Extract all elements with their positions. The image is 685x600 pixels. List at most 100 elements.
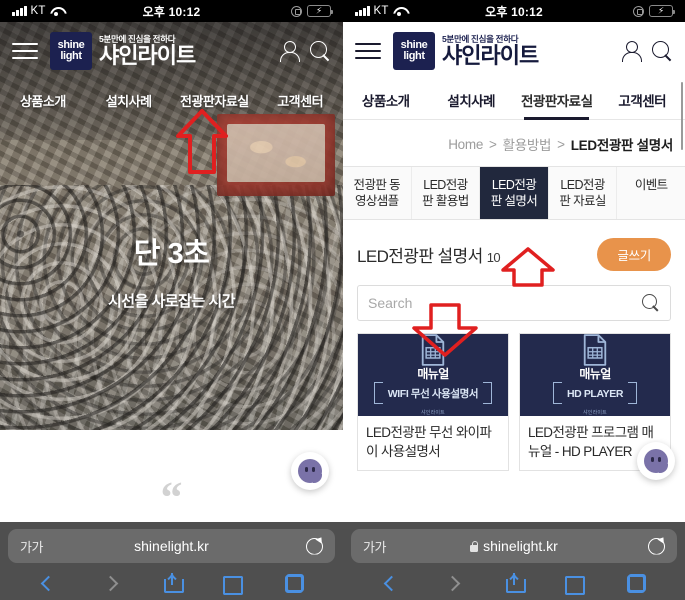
user-icon[interactable] [621,40,642,62]
thumb-subtitle: HD PLAYER [566,388,624,400]
status-left-group: KT [12,5,63,17]
nav-item-resources[interactable]: 전광판자료실 [172,91,258,110]
subtab-line1: LED전광 [560,178,605,192]
thumb-label: 매뉴얼 [417,367,449,381]
url-text: shinelight.kr [134,538,209,554]
breadcrumb-sep-2: > [557,136,565,152]
chevron-left-icon [383,575,400,591]
search-icon[interactable] [651,40,673,62]
subtab-event[interactable]: 이벤트 [617,167,685,219]
wifi-icon [50,6,63,17]
nav-item-products[interactable]: 상품소개 [343,90,429,110]
tabs-button[interactable] [606,573,667,593]
browser-toolbar-left [0,563,343,600]
hero-headline: 단 3초 [133,238,210,270]
address-bar-left[interactable]: 가가 shinelight.kr [8,529,335,563]
thumb-sub-frame: WIFI 무선 사용설명서 [373,382,493,404]
site-logo-right[interactable]: shine light 5분만에 진심을 전하다 샤인라이트 [393,32,539,70]
vertical-scrollbar[interactable] [680,82,683,150]
reload-icon[interactable] [306,538,323,555]
breadcrumb-home[interactable]: Home [448,137,483,152]
chevron-left-icon [40,575,57,591]
book-icon [222,575,243,595]
bookmarks-button[interactable] [202,575,263,595]
status-bar-left: KT 오후 10:12 ⚡ [0,0,343,22]
nav-item-support[interactable]: 고객센터 [600,90,685,110]
annotation-arrow-search-field [409,302,481,358]
breadcrumb-current: LED전광판 설명서 [570,138,674,153]
tabs-icon [284,573,304,593]
breadcrumb-section[interactable]: 활용방법 [503,134,552,154]
cellular-bars-icon [355,6,370,16]
hero-billboard-graphic [217,114,335,196]
share-icon [506,573,526,593]
share-button[interactable] [141,573,202,593]
post-card-grid: 매뉴얼 WIFI 무선 사용설명서 샤인라이트 LED전광판 무선 와이파이 사… [343,333,685,471]
write-post-button[interactable]: 글쓰기 [597,238,671,271]
right-phone-screen: KT 오후 10:12 ⚡ shine light 5분만에 진심을 전하다 샤… [343,0,685,600]
chevron-right-icon [102,575,118,591]
lock-icon [470,540,479,552]
chat-bubble-button-right[interactable] [637,442,675,480]
tabs-button[interactable] [264,573,325,593]
logo-text-line2: light [403,50,425,62]
subtab-video-samples[interactable]: 전광판 동 영상샘플 [343,167,412,219]
search-icon[interactable] [642,294,660,312]
back-button[interactable] [361,575,422,591]
thumb-sub-frame: HD PLAYER [552,382,638,404]
nav-item-resources[interactable]: 전광판자료실 [514,90,600,120]
chat-bubble-icon [298,459,322,483]
carrier-label: KT [373,5,389,17]
nav-item-products[interactable]: 상품소개 [0,91,86,110]
reload-icon[interactable] [648,538,665,555]
hero-banner: shine light 5분만에 진심을 전하다 샤인라이트 상품소개 설치사례… [0,22,343,430]
hamburger-menu-icon[interactable] [12,43,38,59]
brand-name: 샤인라이트 [442,42,539,68]
board-title: LED전광판 설명서 [357,247,483,266]
subtab-line1: 이벤트 [634,178,668,192]
subtab-manual[interactable]: LED전광 판 설명서 [480,167,549,219]
subtab-usage[interactable]: LED전광 판 활용법 [412,167,481,219]
chat-bubble-button-left[interactable] [291,452,329,490]
back-button[interactable] [18,575,79,591]
text-size-button[interactable]: 가가 [363,537,386,556]
book-icon [565,575,586,595]
shinelight-logo-mark: shine light [393,32,435,70]
subtab-archive[interactable]: LED전광 판 자료실 [549,167,618,219]
user-icon[interactable] [279,40,300,62]
subtab-line1: 전광판 동 [353,178,401,192]
nav-item-cases[interactable]: 설치사례 [86,91,172,110]
forward-button[interactable] [422,575,483,591]
board-post-count: 10 [486,250,501,265]
board-search-bar[interactable] [357,285,671,321]
status-right-group-right: ⚡ [633,5,675,17]
text-size-button[interactable]: 가가 [20,537,43,556]
address-bar-right[interactable]: 가가 shinelight.kr [351,529,677,563]
breadcrumb-sep-1: > [489,136,497,152]
battery-charging-icon: ⚡ [307,5,333,17]
search-icon[interactable] [309,40,331,62]
thumb-footer-brand: 샤인라이트 [420,410,445,416]
brand-name: 샤인라이트 [99,42,196,68]
nav-item-support[interactable]: 고객센터 [257,91,343,110]
battery-charging-icon: ⚡ [649,5,675,17]
url-display-left: shinelight.kr [8,538,335,554]
bookmarks-button[interactable] [545,575,606,595]
hero-subline: 시선을 사로잡는 시간 [107,293,236,310]
nav-item-cases[interactable]: 설치사례 [429,90,515,110]
site-logo-left[interactable]: shine light 5분만에 진심을 전하다 샤인라이트 [50,32,196,70]
site-header-left: shine light 5분만에 진심을 전하다 샤인라이트 [0,22,343,80]
status-right-group: ⚡ [291,5,333,17]
forward-button[interactable] [79,575,140,591]
hamburger-menu-icon[interactable] [355,43,381,59]
subtab-line1: LED전광 [423,178,468,192]
quote-mark: “ [160,473,183,522]
document-table-icon [583,334,607,366]
share-button[interactable] [483,573,544,593]
url-text: shinelight.kr [483,538,558,554]
subtab-bar: 전광판 동 영상샘플 LED전광 판 활용법 LED전광 판 설명서 LED전광… [343,166,685,220]
status-left-group-right: KT [355,5,406,17]
share-icon [163,573,184,593]
subtab-line2: 판 자료실 [559,194,606,208]
subtab-line2: 영상샘플 [354,194,399,208]
